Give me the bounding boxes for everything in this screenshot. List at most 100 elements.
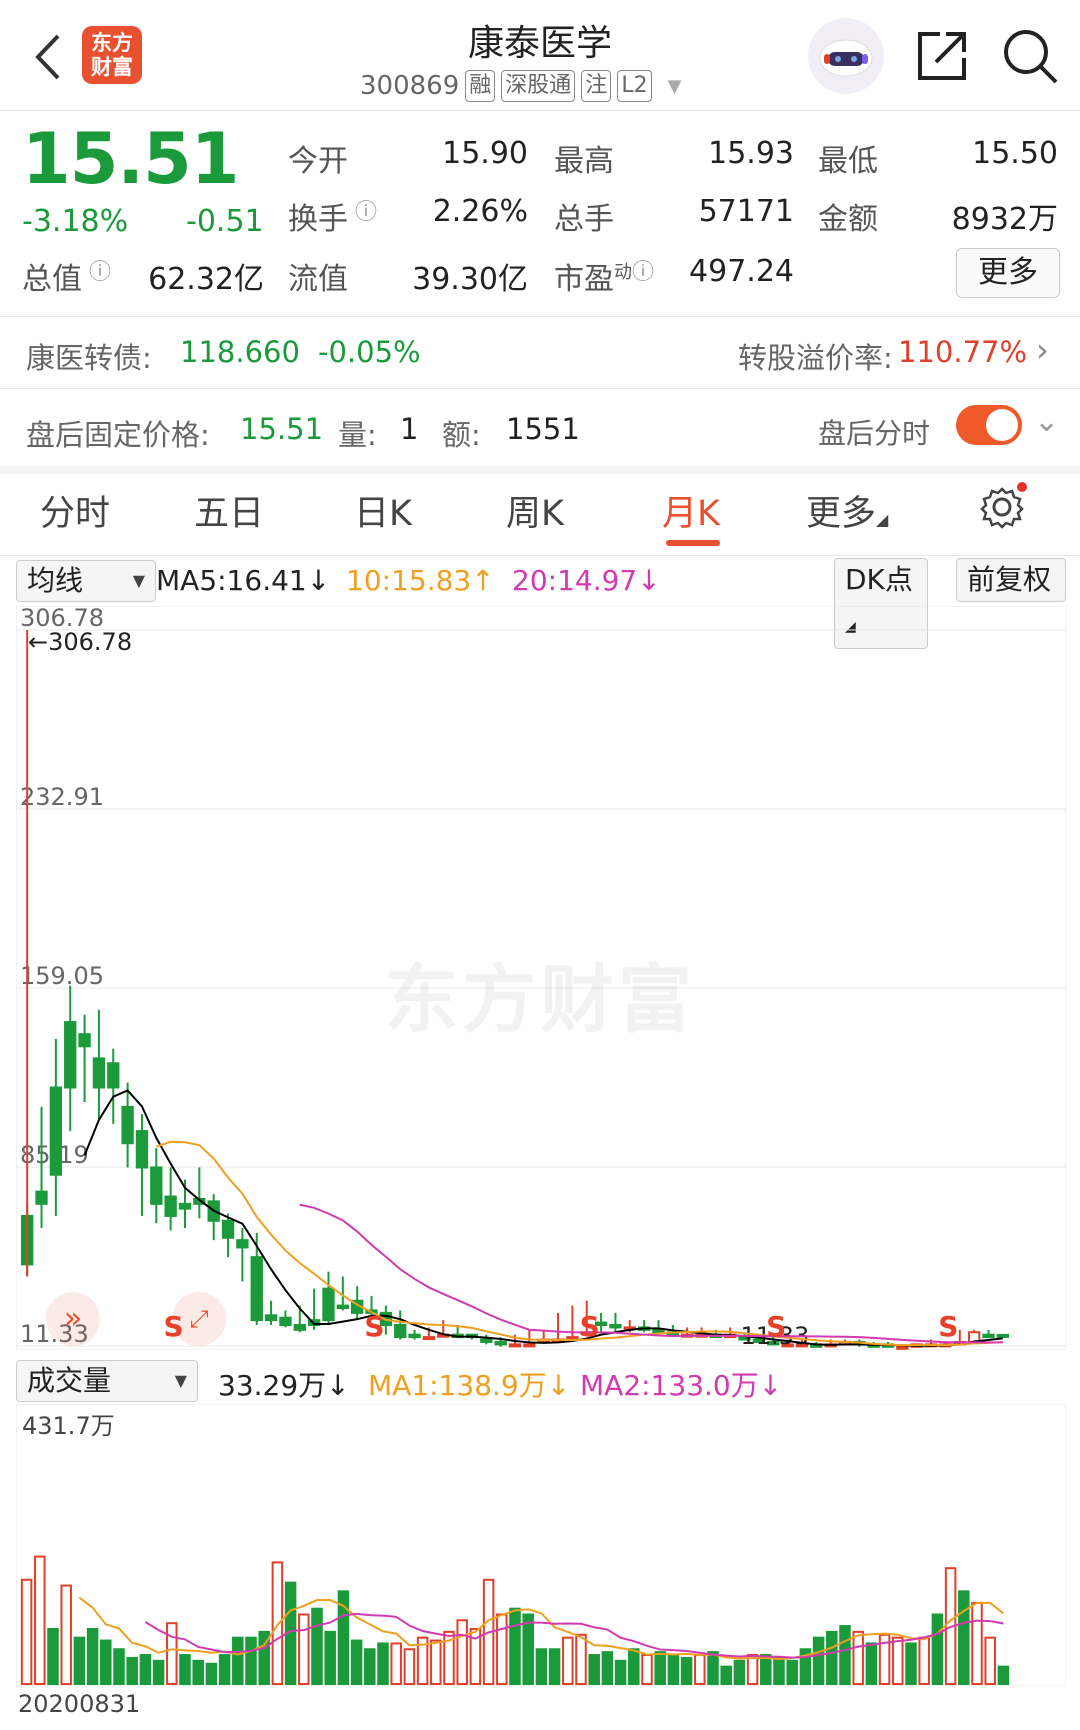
candle-body [92, 1057, 106, 1089]
chart-settings-button[interactable] [980, 481, 1028, 538]
tab-monthly-k[interactable]: 月K [662, 485, 720, 536]
tab-intraday[interactable]: 分时 [40, 485, 110, 536]
candle-body [236, 1239, 249, 1249]
volume-bar [311, 1607, 323, 1685]
chevron-down-icon[interactable]: ⌄ [1034, 404, 1059, 439]
robot-avatar-icon[interactable] [808, 18, 884, 94]
candle-body [494, 1340, 507, 1346]
tag-level2: L2 [617, 70, 652, 102]
volume-indicator-selector[interactable]: 成交量 ▼ [16, 1360, 198, 1402]
candle-body [566, 1336, 579, 1341]
volume-current: 33.29万↓ [218, 1369, 350, 1402]
float-value: 39.30亿 [412, 262, 528, 297]
mktcap-value: 62.32亿 [148, 262, 264, 297]
dropdown-caret-icon[interactable]: ▼ [668, 76, 682, 97]
volume-bar [905, 1642, 917, 1685]
volume-bar [601, 1651, 614, 1686]
more-quote-button[interactable]: 更多 [956, 248, 1060, 298]
expand-left-button[interactable]: » [46, 1292, 100, 1346]
volume-bar [826, 1630, 838, 1686]
volume-bar [271, 1561, 284, 1685]
candle-body [279, 1316, 292, 1326]
volume-chart[interactable] [16, 1404, 1066, 1686]
stock-subtitle: 300869 融 深股通 注 L2 ▼ [360, 70, 681, 102]
adjust-price-button[interactable]: 前复权 [956, 558, 1066, 602]
bond-name: 康医转债: [26, 341, 152, 375]
volume-bar [733, 1659, 746, 1685]
volume-bar [456, 1619, 468, 1685]
volume-bar [232, 1636, 244, 1685]
date-label: 20200831 [18, 1690, 141, 1718]
volume-bar [839, 1625, 851, 1686]
volume-bar [667, 1654, 680, 1686]
candle-body [523, 1343, 536, 1348]
volume-bar [350, 1639, 363, 1685]
volume-bar [654, 1651, 666, 1686]
volume-bar [86, 1627, 99, 1685]
watermark: 东方财富 [384, 957, 696, 1043]
caret-down-icon: ▼ [174, 1371, 187, 1390]
header-divider [0, 110, 1080, 111]
max-price-annotation: ←306.78 [28, 628, 132, 656]
volume-bar [931, 1613, 944, 1685]
caret-down-icon: ▼ [132, 571, 145, 590]
y-tick-label: 232.91 [20, 783, 104, 811]
volume-bar [100, 1639, 112, 1685]
indicator-selector[interactable]: 均线 ▼ [16, 560, 156, 602]
candle-body [49, 1086, 63, 1176]
volume-bar [522, 1613, 534, 1685]
info-icon: ⓘ [348, 200, 377, 225]
tab-daily-k[interactable]: 日K [354, 485, 412, 536]
volume-bar [509, 1607, 521, 1685]
bond-price: 118.660 [180, 335, 300, 369]
mktcap-label[interactable]: 总值 ⓘ [22, 254, 111, 298]
chevron-right-icon: › [1036, 331, 1049, 369]
volume-bar [166, 1622, 178, 1685]
volume-bar [562, 1636, 574, 1685]
volume-bar [47, 1627, 59, 1685]
pe-label[interactable]: 市盈动ⓘ [554, 254, 654, 298]
tab-weekly-k[interactable]: 周K [506, 485, 564, 536]
candle-body [652, 1328, 665, 1334]
bond-change: -0.05% [318, 335, 421, 369]
volume-bar [60, 1584, 72, 1685]
volume-bar [20, 1578, 33, 1685]
volume-bar [377, 1642, 389, 1685]
share-button[interactable] [914, 28, 970, 84]
tab-more[interactable]: 更多◢ [806, 485, 888, 536]
volume-bar [152, 1659, 165, 1685]
volume-bar [192, 1659, 204, 1685]
volume-bar [430, 1639, 442, 1685]
turnover-value: 2.26% [432, 194, 528, 229]
sell-signal-marker: S [766, 1310, 786, 1343]
search-icon [1004, 30, 1058, 84]
tag-registration: 注 [581, 70, 612, 102]
afterhours-price: 15.51 [240, 412, 324, 446]
amount-label: 金额 [818, 202, 878, 237]
info-icon: ⓘ [82, 260, 111, 285]
candle-body [982, 1333, 995, 1339]
candle-body [264, 1314, 278, 1322]
fullscreen-button[interactable]: ⤢ [172, 1292, 226, 1346]
volume-max-label: 431.7万 [22, 1412, 115, 1440]
afterhours-toggle[interactable] [956, 405, 1022, 445]
share-icon [918, 32, 966, 80]
candle-body [250, 1256, 263, 1322]
tag-margin: 融 [465, 70, 496, 102]
tag-connect: 深股通 [501, 70, 576, 102]
high-label: 最高 [554, 144, 614, 179]
search-button[interactable] [1000, 26, 1060, 86]
volume-bar [628, 1648, 640, 1685]
volume-bar [746, 1654, 759, 1686]
volume-ma2: MA2:133.0万↓ [580, 1369, 783, 1402]
candle-body [609, 1323, 622, 1329]
tab-five-day[interactable]: 五日 [194, 485, 264, 536]
sell-signal-marker: S [938, 1310, 958, 1343]
volume-ma1: MA1:138.9万↓ [368, 1369, 571, 1402]
volume-bar [575, 1633, 587, 1685]
turnover-label[interactable]: 换手 ⓘ [288, 194, 377, 238]
convertible-bond-row[interactable]: 康医转债: 118.660 -0.05% 转股溢价率: 110.77% › [0, 317, 1080, 387]
volume-bar [245, 1636, 257, 1685]
amount-value: 8932万 [951, 202, 1058, 237]
volume-bar [390, 1642, 402, 1685]
